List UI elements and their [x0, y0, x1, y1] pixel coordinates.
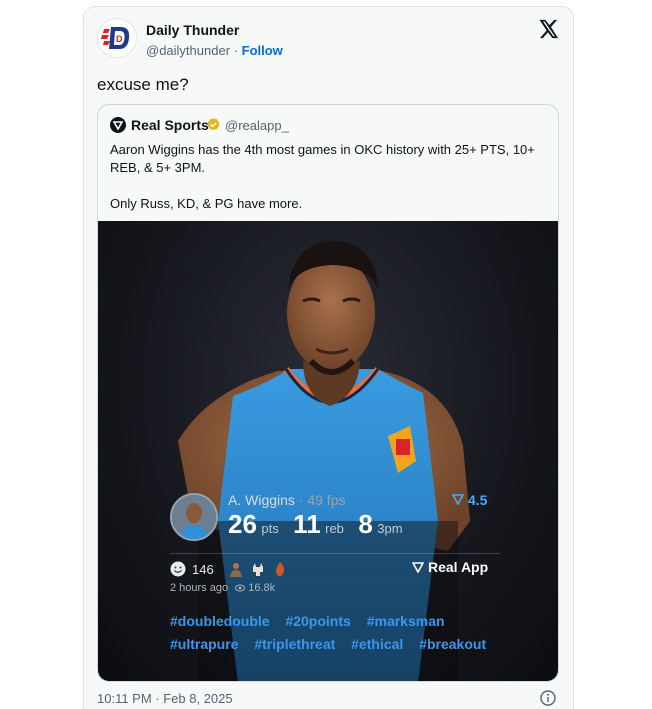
author-handle[interactable]: @dailythunder: [146, 43, 230, 58]
stat-value: 26: [228, 509, 257, 539]
real-app-label: Real App: [428, 559, 489, 575]
reaction-count: 146: [192, 561, 214, 577]
hashtag-link[interactable]: #ethical: [351, 636, 403, 652]
posted-time: 2 hours ago: [170, 582, 229, 594]
author-handle-line: @dailythunder · Follow: [146, 43, 283, 58]
real-app-link[interactable]: Real App: [412, 559, 488, 575]
quote-text-line: Only Russ, KD, & PG have more.: [110, 196, 303, 211]
hashtag-link[interactable]: #20points: [285, 613, 350, 629]
stat-unit: pts: [261, 521, 279, 536]
verified-badge-icon: [207, 117, 220, 131]
real-logo-icon: [412, 561, 424, 573]
quote-text-line: Aaron Wiggins has the 4th most games in …: [110, 142, 535, 175]
logo-letter: D: [116, 34, 123, 44]
view-count: 16.8k: [248, 582, 276, 594]
hashtag-link[interactable]: #ultrapure: [170, 636, 238, 652]
rating: 4.5: [451, 492, 488, 508]
stat-value: 11: [293, 509, 321, 539]
quoted-tweet[interactable]: Real Sports @realapp_ Aaron Wiggins has …: [97, 104, 559, 682]
author-avatar[interactable]: D: [97, 18, 137, 58]
player-stat-header: A. Wiggins · 49 fps: [228, 492, 346, 508]
flame-emoji-icon[interactable]: [272, 561, 288, 577]
goat-emoji-icon[interactable]: [250, 561, 266, 577]
follow-button[interactable]: Follow: [242, 43, 283, 58]
eye-icon: [235, 584, 246, 592]
stat-divider: [170, 553, 500, 554]
post-meta: 2 hours ago 16.8k: [170, 582, 275, 594]
real-sports-logo-icon[interactable]: [110, 117, 126, 133]
rating-value: 4.5: [467, 492, 488, 508]
reaction-row[interactable]: 146: [170, 559, 288, 579]
daily-thunder-logo-icon: D: [101, 27, 130, 49]
stat-unit: reb: [325, 521, 344, 536]
quote-text: Aaron Wiggins has the 4th most games in …: [110, 141, 550, 213]
stat-value: 8: [358, 509, 373, 539]
player-name: A. Wiggins: [228, 492, 295, 508]
hashtag-link[interactable]: #triplethreat: [254, 636, 335, 652]
stat-line: 26 pts 11 reb 8 3pm: [228, 509, 413, 540]
info-icon[interactable]: [540, 690, 556, 706]
fps-value: · 49 fps: [298, 492, 346, 508]
hashtag-link[interactable]: #breakout: [419, 636, 486, 652]
stat-unit: 3pm: [377, 521, 403, 536]
tweet-text: excuse me?: [97, 75, 189, 94]
x-logo-icon[interactable]: [537, 18, 559, 40]
player-photo[interactable]: A. Wiggins · 49 fps 4.5 26 pts 11 reb 8 …: [98, 221, 558, 681]
author-name[interactable]: Daily Thunder: [146, 22, 239, 38]
hashtag-link[interactable]: #doubledouble: [170, 613, 270, 629]
person-emoji-icon[interactable]: [228, 561, 244, 577]
real-logo-icon: [451, 494, 465, 506]
quote-author-handle[interactable]: @realapp_: [225, 118, 289, 133]
quote-author-name[interactable]: Real Sports: [131, 117, 209, 133]
hashtag-list: #doubledouble #20points #marksman #ultra…: [170, 610, 500, 656]
tweet-timestamp[interactable]: 10:11 PM · Feb 8, 2025: [97, 691, 233, 706]
hashtag-link[interactable]: #marksman: [367, 613, 445, 629]
smile-emoji-icon[interactable]: [170, 561, 186, 577]
player-avatar[interactable]: [170, 493, 218, 541]
separator-dot: ·: [233, 43, 238, 58]
